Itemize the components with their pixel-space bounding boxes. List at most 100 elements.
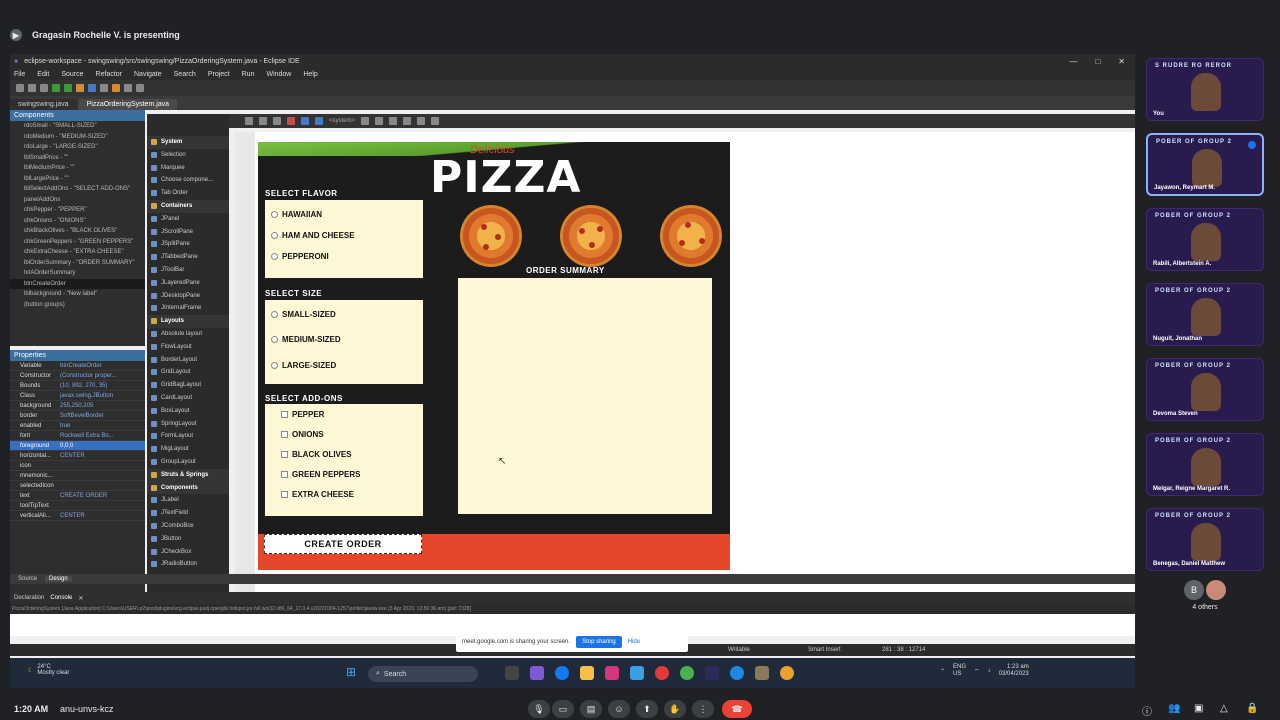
property-row[interactable]: toolTipText xyxy=(10,501,145,511)
palette-item[interactable]: JLabel xyxy=(147,494,229,507)
tree-item[interactable]: rdoMedium - "MEDIUM-SIZED" xyxy=(10,132,145,143)
size-option-large[interactable]: LARGE-SIZED xyxy=(271,361,336,370)
property-value[interactable] xyxy=(60,481,145,490)
checkbox-icon[interactable] xyxy=(281,471,288,478)
property-value[interactable] xyxy=(60,461,145,470)
back-icon[interactable] xyxy=(124,84,132,92)
palette-category[interactable]: Containers xyxy=(147,199,229,213)
participant-tile[interactable]: POBER OF GROUP 2 Nuguit, Jonathan xyxy=(1146,283,1264,346)
palette-item[interactable]: JCheckBox xyxy=(147,546,229,559)
close-icon[interactable]: ✕ xyxy=(1118,57,1125,66)
check-app-icon[interactable] xyxy=(630,666,644,680)
tree-item[interactable]: chkGreenPeppers - "GREEN PEPPERS" xyxy=(10,237,145,248)
property-row[interactable]: enabled true xyxy=(10,421,145,431)
palette-item[interactable]: JRadioButton xyxy=(147,558,229,571)
palette-item[interactable]: JTextField xyxy=(147,507,229,520)
instagram-icon[interactable] xyxy=(605,666,619,680)
participant-tile[interactable]: POBER OF GROUP 2 Melgar, Reigne Margaret … xyxy=(1146,433,1264,496)
palette-item[interactable]: CardLayout xyxy=(147,392,229,405)
taskbar-search[interactable]: ⌕ Search xyxy=(368,666,478,682)
volume-icon[interactable]: ♪ xyxy=(988,668,991,674)
people-icon[interactable]: 👥 xyxy=(1168,703,1180,714)
property-value[interactable]: btnCreateOrder xyxy=(60,361,145,370)
weather-widget[interactable]: ☾ 24°C Mostly clear xyxy=(28,664,69,676)
radio-icon[interactable] xyxy=(271,311,278,318)
menu-file[interactable]: File xyxy=(14,71,25,78)
property-value[interactable]: Rockwell Extra Bo... xyxy=(60,431,145,440)
menu-search[interactable]: Search xyxy=(174,71,196,78)
property-value[interactable]: CENTER xyxy=(60,511,145,520)
align-left-icon[interactable] xyxy=(361,117,370,125)
run-icon[interactable] xyxy=(64,84,72,92)
align-center-icon[interactable] xyxy=(375,117,384,125)
align-right-icon[interactable] xyxy=(389,117,398,125)
tree-item[interactable]: lblLargePrice - "" xyxy=(10,174,145,185)
property-value[interactable]: SoftBevelBorder xyxy=(60,411,145,420)
tree-item[interactable]: lblOrderSummary - "ORDER SUMMARY" xyxy=(10,258,145,269)
palette-item[interactable]: JButton xyxy=(147,533,229,546)
facebook-icon[interactable] xyxy=(555,666,569,680)
palette-item[interactable]: Marquee xyxy=(147,162,229,175)
participant-tile[interactable]: POBER OF GROUP 2 Jayawon, Reymart M. xyxy=(1146,133,1264,196)
palette-item[interactable]: Absolute layout xyxy=(147,328,229,341)
raise-hand-button[interactable]: ✋ xyxy=(664,700,686,718)
palette-item[interactable]: JLayeredPane xyxy=(147,277,229,290)
menu-help[interactable]: Help xyxy=(303,71,317,78)
stop-sharing-button[interactable]: Stop sharing xyxy=(576,636,622,648)
menu-window[interactable]: Window xyxy=(266,71,291,78)
property-row[interactable]: font Rockwell Extra Bo... xyxy=(10,431,145,441)
palette-item[interactable]: BoxLayout xyxy=(147,405,229,418)
property-value[interactable]: 255,250,205 xyxy=(60,401,145,410)
menu-project[interactable]: Project xyxy=(208,71,230,78)
copy-icon[interactable] xyxy=(259,117,267,125)
tree-item[interactable]: panelAddOns xyxy=(10,195,145,206)
chat-icon[interactable] xyxy=(530,666,544,680)
windows-start-icon[interactable]: ⊞ xyxy=(346,665,356,679)
camera-button[interactable]: ▭ xyxy=(552,700,574,718)
palette-item[interactable]: Selection xyxy=(147,149,229,162)
palette-item[interactable]: SpringLayout xyxy=(147,418,229,431)
addon-green-peppers[interactable]: GREEN PEPPERS xyxy=(281,470,360,479)
locale-icon[interactable] xyxy=(315,117,323,125)
align-top-icon[interactable] xyxy=(403,117,412,125)
palette-item[interactable]: JComboBox xyxy=(147,520,229,533)
mic-button[interactable]: 🎙 xyxy=(528,700,550,718)
task-view-icon[interactable] xyxy=(505,666,519,680)
property-value[interactable] xyxy=(60,471,145,480)
size-option-medium[interactable]: MEDIUM-SIZED xyxy=(271,335,341,344)
align-bottom-icon[interactable] xyxy=(431,117,440,125)
palette-item[interactable]: FlowLayout xyxy=(147,341,229,354)
activities-icon[interactable]: △ xyxy=(1220,703,1228,714)
close-console-icon[interactable]: ✕ xyxy=(78,595,83,602)
tab-declaration[interactable]: Declaration xyxy=(14,595,44,601)
checkbox-icon[interactable] xyxy=(281,411,288,418)
palette-item[interactable]: Choose compone... xyxy=(147,174,229,187)
property-value[interactable]: CENTER xyxy=(60,451,145,460)
chat-bubble-icon[interactable]: ▣ xyxy=(1194,703,1203,714)
menu-refactor[interactable]: Refactor xyxy=(96,71,122,78)
tree-item[interactable]: rdoLarge - "LARGE-SIZED" xyxy=(10,142,145,153)
chevron-up-icon[interactable]: ⌃ xyxy=(940,668,945,675)
flavor-option-hawaiian[interactable]: HAWAIIAN xyxy=(271,210,322,219)
addon-pepper[interactable]: PEPPER xyxy=(281,410,324,419)
property-value[interactable]: (Constructor proper... xyxy=(60,371,145,380)
maximize-icon[interactable]: □ xyxy=(1095,57,1100,66)
checkbox-icon[interactable] xyxy=(281,451,288,458)
palette-item[interactable]: MigLayout xyxy=(147,443,229,456)
captions-button[interactable]: ▤ xyxy=(580,700,602,718)
palette-item[interactable]: JSplitPane xyxy=(147,238,229,251)
create-order-button[interactable]: CREATE ORDER xyxy=(264,534,422,554)
open-type-icon[interactable] xyxy=(100,84,108,92)
test-gui-icon[interactable] xyxy=(301,117,309,125)
align-middle-icon[interactable] xyxy=(417,117,426,125)
palette-category[interactable]: System xyxy=(147,136,229,149)
palette-item[interactable]: BorderLayout xyxy=(147,354,229,367)
palette-item[interactable]: JPanel xyxy=(147,213,229,226)
tree-item[interactable]: lblSelectAddOns - "SELECT ADD-ONS" xyxy=(10,184,145,195)
property-row[interactable]: Constructor (Constructor proper... xyxy=(10,371,145,381)
property-value[interactable]: CREATE ORDER xyxy=(60,491,145,500)
order-summary-textarea[interactable] xyxy=(458,278,712,514)
others-tile[interactable]: B 4 others xyxy=(1146,580,1264,640)
file-explorer-icon[interactable] xyxy=(580,666,594,680)
tab-console[interactable]: Console xyxy=(50,595,72,601)
